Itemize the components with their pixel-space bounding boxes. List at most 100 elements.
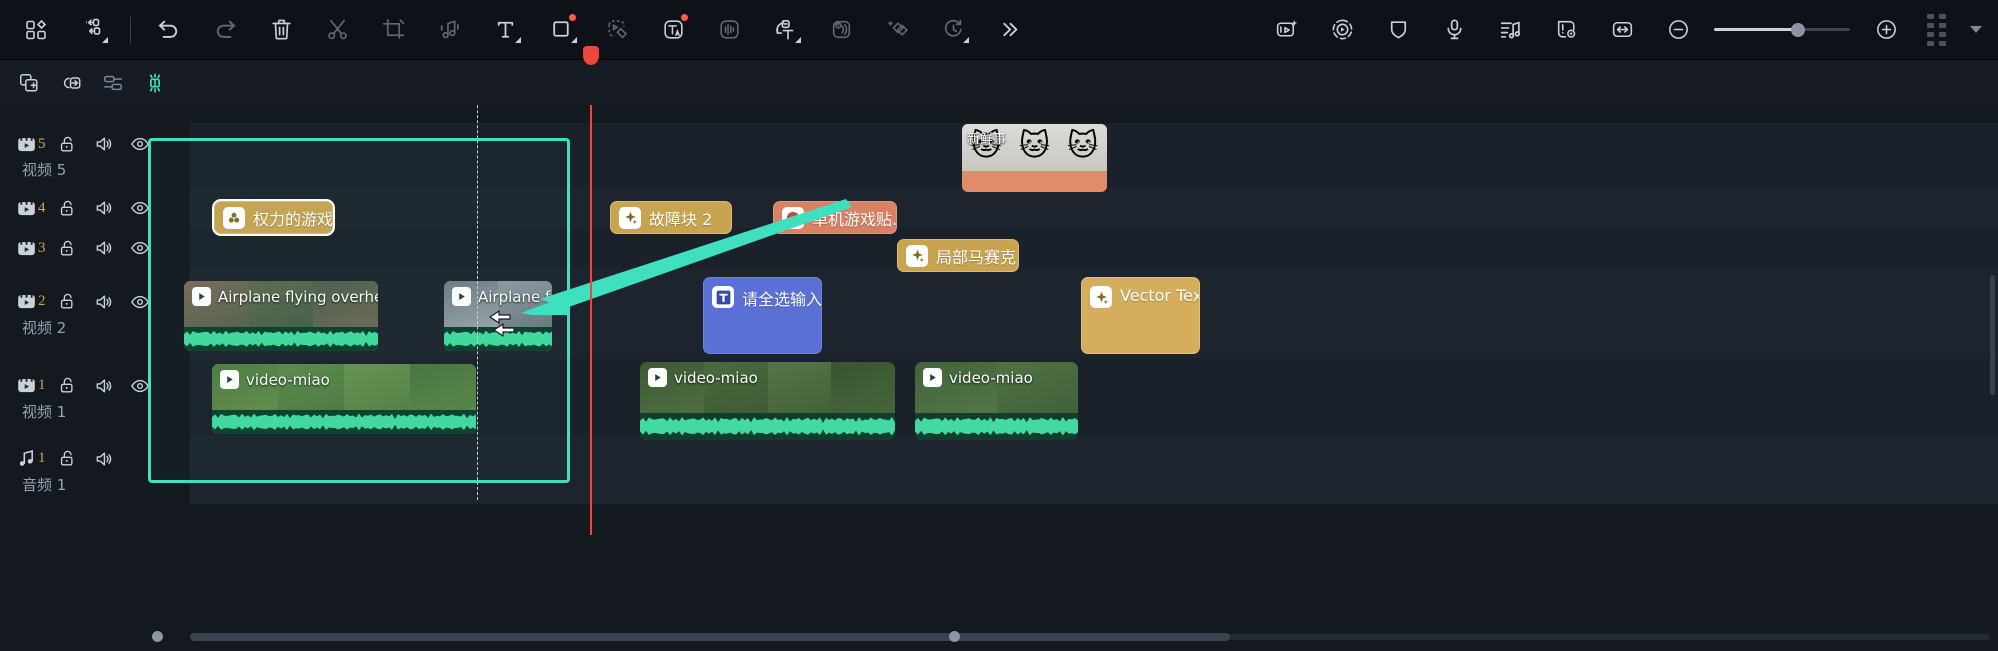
lane-audio-1[interactable] bbox=[190, 436, 1998, 504]
track-header-video-4[interactable]: 4 bbox=[0, 188, 190, 228]
vclip-miao-2[interactable]: video-miao bbox=[640, 362, 895, 440]
sticker-icon[interactable] bbox=[589, 8, 645, 52]
chevron-corner-icon bbox=[795, 36, 801, 43]
scissors-icon[interactable] bbox=[309, 8, 365, 52]
eye-icon[interactable] bbox=[122, 131, 158, 157]
clip-text-gold[interactable]: Vector Text... bbox=[1081, 277, 1200, 354]
lock-icon[interactable] bbox=[50, 289, 86, 315]
vclip-airplane-1[interactable]: Airplane flying overhe... bbox=[184, 281, 378, 351]
audio-waveform bbox=[444, 327, 552, 351]
vclip-miao-3[interactable]: video-miao bbox=[915, 362, 1078, 440]
vclip-airplane-2[interactable]: Airplane f... bbox=[444, 281, 552, 351]
fit-timeline-icon[interactable] bbox=[1594, 8, 1650, 52]
scrollbar-handle-right[interactable] bbox=[949, 631, 960, 642]
track-options-dropdown[interactable] bbox=[1958, 8, 1988, 52]
track-header-video-3[interactable]: 3 bbox=[0, 228, 190, 268]
ai-text-icon[interactable] bbox=[645, 8, 701, 52]
undo-icon[interactable] bbox=[141, 8, 197, 52]
clip-text-blue[interactable]: 请全选输入... bbox=[703, 277, 822, 354]
play-icon bbox=[192, 287, 211, 306]
lock-icon[interactable] bbox=[50, 195, 86, 221]
lane-video-4[interactable] bbox=[190, 188, 1998, 228]
audio-waveform-icon[interactable] bbox=[701, 8, 757, 52]
grid-dots-glyph bbox=[1926, 13, 1946, 46]
lock-icon[interactable] bbox=[50, 446, 86, 472]
playhead-handle[interactable] bbox=[583, 46, 599, 65]
zoom-in-icon[interactable] bbox=[1858, 8, 1914, 52]
zoom-out-icon[interactable] bbox=[1650, 8, 1706, 52]
redo-icon[interactable] bbox=[197, 8, 253, 52]
scrollbar-handle-left[interactable] bbox=[152, 631, 163, 642]
clip-danji[interactable]: 单机游戏贴... bbox=[773, 201, 897, 234]
preview-render-icon[interactable] bbox=[1314, 8, 1370, 52]
lock-icon[interactable] bbox=[50, 373, 86, 399]
eye-icon[interactable] bbox=[122, 289, 158, 315]
track-header-video-5[interactable]: 5 视频 5 bbox=[0, 123, 190, 188]
marker-icon[interactable] bbox=[1538, 8, 1594, 52]
audio-waveform bbox=[184, 327, 378, 351]
eye-icon[interactable] bbox=[122, 235, 158, 261]
clip-cat-stickers[interactable]: 🐱 🐱 🐱 新鲜事 bbox=[962, 124, 1107, 192]
speech-to-text-icon[interactable] bbox=[757, 8, 813, 52]
vclip-miao-1[interactable]: video-miao bbox=[212, 364, 476, 434]
snap-magnet-icon[interactable] bbox=[134, 65, 176, 101]
clip-mosaic[interactable]: 局部马赛克 bbox=[897, 239, 1019, 272]
detach-audio-icon[interactable] bbox=[421, 8, 477, 52]
main-toolbar bbox=[0, 0, 1998, 60]
track-headers: 5 视频 5 4 3 2 视频 2 1 视频 1 1 音频 1 bbox=[0, 105, 190, 624]
notification-badge bbox=[681, 13, 688, 21]
vclip-miao-1-label: video-miao bbox=[246, 370, 330, 389]
delete-icon[interactable] bbox=[253, 8, 309, 52]
play-icon bbox=[452, 287, 471, 306]
swap-clips-icon[interactable] bbox=[64, 8, 120, 52]
text-icon[interactable] bbox=[477, 8, 533, 52]
track-header-video-1[interactable]: 1 视频 1 bbox=[0, 358, 190, 436]
grid-view-icon[interactable] bbox=[1914, 8, 1958, 52]
vclip-airplane-1-label: Airplane flying overhe... bbox=[218, 287, 378, 306]
effect-icon bbox=[223, 206, 245, 229]
playhead-line[interactable] bbox=[590, 105, 592, 535]
speaker-icon[interactable] bbox=[86, 195, 122, 221]
clip-mosaic-label: 局部马赛克 bbox=[936, 247, 1017, 267]
timeline-area: 5 视频 5 4 3 2 视频 2 1 视频 1 1 音频 1 权力的游戏 故障块 2 单机游戏贴..… bbox=[0, 105, 1998, 624]
audio-mixer-icon[interactable] bbox=[1482, 8, 1538, 52]
eye-icon[interactable] bbox=[122, 195, 158, 221]
vertical-scrollbar-thumb[interactable] bbox=[1990, 275, 1995, 395]
voiceover-icon[interactable] bbox=[1426, 8, 1482, 52]
more-icon[interactable] bbox=[981, 8, 1037, 52]
track-header-audio-1[interactable]: 1 音频 1 bbox=[0, 436, 190, 504]
track-header-video-2[interactable]: 2 视频 2 bbox=[0, 268, 190, 358]
chevron-corner-icon bbox=[963, 36, 969, 43]
track-number: 2 bbox=[38, 293, 46, 309]
toolbar-left-group bbox=[0, 8, 1037, 52]
link-clips-icon[interactable] bbox=[50, 65, 92, 101]
speed-icon[interactable] bbox=[925, 8, 981, 52]
mask-icon[interactable] bbox=[869, 8, 925, 52]
split-screen-icon[interactable] bbox=[8, 8, 64, 52]
green-screen-icon[interactable] bbox=[1370, 8, 1426, 52]
lock-icon[interactable] bbox=[50, 131, 86, 157]
speaker-icon[interactable] bbox=[86, 373, 122, 399]
chevron-corner-icon bbox=[571, 36, 577, 43]
track-number: 5 bbox=[38, 135, 46, 152]
add-track-icon[interactable] bbox=[8, 65, 50, 101]
vclip-airplane-1-label-group: Airplane flying overhe... bbox=[192, 287, 378, 306]
video-effects-icon[interactable] bbox=[1258, 8, 1314, 52]
eye-icon[interactable] bbox=[122, 373, 158, 399]
lock-icon[interactable] bbox=[50, 235, 86, 261]
zoom-slider[interactable] bbox=[1714, 20, 1850, 40]
speaker-icon[interactable] bbox=[86, 289, 122, 315]
clip-guzhangkuai[interactable]: 故障块 2 bbox=[610, 201, 732, 234]
lane-video-3[interactable] bbox=[190, 228, 1998, 268]
crop-icon[interactable] bbox=[365, 8, 421, 52]
audio-waveform bbox=[212, 410, 476, 434]
speaker-icon[interactable] bbox=[86, 446, 122, 472]
zoom-slider-handle[interactable] bbox=[1791, 22, 1806, 37]
shape-icon[interactable] bbox=[533, 8, 589, 52]
speaker-icon[interactable] bbox=[86, 235, 122, 261]
clip-quanli[interactable]: 权力的游戏 bbox=[214, 201, 333, 234]
speaker-icon[interactable] bbox=[86, 131, 122, 157]
text-to-speech-icon[interactable] bbox=[813, 8, 869, 52]
scrollbar-thumb[interactable] bbox=[190, 633, 1230, 641]
arrange-tracks-icon[interactable] bbox=[92, 65, 134, 101]
